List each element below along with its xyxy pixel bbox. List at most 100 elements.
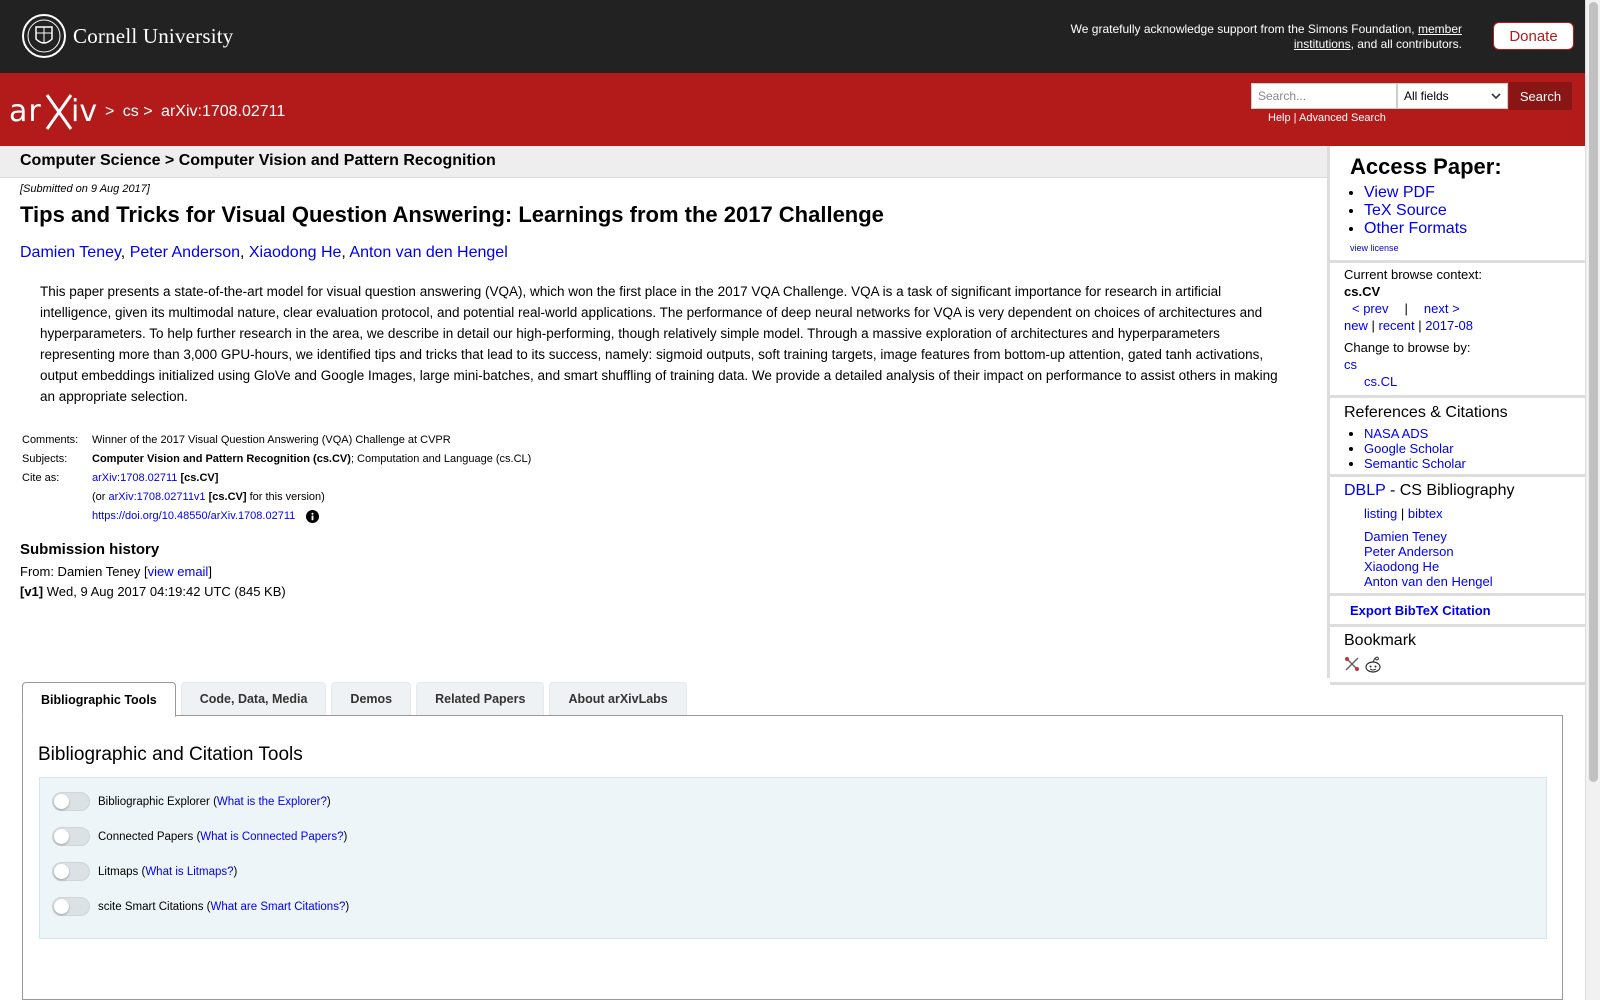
export-section: Export BibTeX Citation <box>1330 596 1585 627</box>
tool-row-scite: scite Smart Citations (What are Smart Ci… <box>52 897 349 916</box>
doi-link[interactable]: https://doi.org/10.48550/arXiv.1708.0271… <box>92 510 295 522</box>
export-bibtex-link[interactable]: Export BibTeX Citation <box>1350 603 1491 618</box>
arxiv-logo-icon[interactable]: ar iv <box>9 89 101 133</box>
list-item: TeX Source <box>1364 202 1571 220</box>
submission-history-heading: Submission history <box>20 541 160 558</box>
search-button[interactable]: Search <box>1509 82 1572 110</box>
labs-tabs: Bibliographic Tools Code, Data, Media De… <box>22 682 692 717</box>
references-links: NASA ADS Google Scholar Semantic Scholar <box>1344 426 1571 471</box>
dblp-author-link[interactable]: Anton van den Hengel <box>1364 574 1493 589</box>
reddit-icon[interactable] <box>1364 656 1382 674</box>
tool-label: Litmaps <box>98 865 139 878</box>
help-link[interactable]: Help <box>1268 112 1291 124</box>
tool-label: Connected Papers <box>98 830 194 843</box>
tab-bibliographic-tools[interactable]: Bibliographic Tools <box>22 682 176 717</box>
subjects-label: Subjects: <box>22 453 68 465</box>
cite-value: arXiv:1708.02711 [cs.CV] <box>90 469 533 488</box>
explorer-toggle[interactable] <box>52 792 90 811</box>
cite-version-link[interactable]: arXiv:1708.02711v1 <box>109 491 206 503</box>
v1-label: [v1] <box>20 584 44 599</box>
tex-source-link[interactable]: TeX Source <box>1364 202 1447 219</box>
author-link[interactable]: Peter Anderson <box>130 244 240 261</box>
browse-cscl-link[interactable]: cs.CL <box>1364 374 1397 389</box>
bibtex-link[interactable]: bibtex <box>1408 506 1443 521</box>
connected-papers-toggle[interactable] <box>52 827 90 846</box>
breadcrumb-cs[interactable]: cs <box>123 103 139 120</box>
what-is-explorer-link[interactable]: What is the Explorer? <box>217 796 327 808</box>
doi-value: https://doi.org/10.48550/arXiv.1708.0271… <box>90 507 533 526</box>
nasa-ads-link[interactable]: NASA ADS <box>1364 426 1428 441</box>
browse-context-value: cs.CV <box>1344 284 1381 299</box>
info-icon[interactable] <box>306 509 320 523</box>
scite-toggle[interactable] <box>52 897 90 916</box>
dblp-heading: DBLP - CS Bibliography <box>1344 482 1571 500</box>
view-pdf-link[interactable]: View PDF <box>1364 184 1435 201</box>
primary-subject: Computer Vision and Pattern Recognition … <box>92 453 351 465</box>
access-paper-section: Access Paper: View PDF TeX Source Other … <box>1330 146 1585 263</box>
cite-or: (or <box>92 491 106 503</box>
next-link[interactable]: next > <box>1424 300 1460 317</box>
dblp-author-link[interactable]: Xiaodong He <box>1364 559 1439 574</box>
dblp-listing-links: listing | bibtex <box>1364 506 1571 521</box>
secondary-subject: ; Computation and Language (cs.CL) <box>350 453 532 465</box>
references-section: References & Citations NASA ADS Google S… <box>1330 398 1585 477</box>
prev-link[interactable]: < prev <box>1352 300 1389 317</box>
author-link[interactable]: Anton van den Hengel <box>349 244 507 261</box>
metadata-table: Comments: Winner of the 2017 Visual Ques… <box>20 431 533 526</box>
cite-version-value: (or arXiv:1708.02711v1 [cs.CV] for this … <box>90 488 533 507</box>
sidebar: Access Paper: View PDF TeX Source Other … <box>1327 146 1585 685</box>
tab-about-arxivlabs[interactable]: About arXivLabs <box>549 682 687 715</box>
svg-text:iv: iv <box>71 94 97 129</box>
other-formats-link[interactable]: Other Formats <box>1364 220 1467 237</box>
v1-text: Wed, 9 Aug 2017 04:19:42 UTC (845 KB) <box>43 584 286 599</box>
tab-related-papers[interactable]: Related Papers <box>416 682 545 715</box>
dblp-author-link[interactable]: Damien Teney <box>1364 529 1447 544</box>
search-input[interactable] <box>1251 83 1397 109</box>
dblp-authors: Damien Teney Peter Anderson Xiaodong He … <box>1364 529 1571 589</box>
author-link[interactable]: Damien Teney <box>20 244 121 261</box>
abstract: This paper presents a state-of-the-art m… <box>40 284 1278 404</box>
from-text: From: Damien Teney [ <box>20 564 148 579</box>
what-is-litmaps-link[interactable]: What is Litmaps? <box>145 866 233 878</box>
prev-next-row: < prev | next > <box>1352 300 1571 317</box>
advanced-search-link[interactable]: Advanced Search <box>1299 112 1386 124</box>
from-text-post: ] <box>208 564 212 579</box>
tab-code-data-media[interactable]: Code, Data, Media <box>180 682 327 715</box>
view-license-link[interactable]: view license <box>1350 243 1399 253</box>
google-scholar-link[interactable]: Google Scholar <box>1364 441 1454 456</box>
view-email-link[interactable]: view email <box>148 564 209 579</box>
list-item: Other Formats <box>1364 220 1571 238</box>
support-text-post: , and all contributors. <box>1350 37 1462 51</box>
cite-row: Cite as: arXiv:1708.02711 [cs.CV] <box>20 469 533 488</box>
what-are-smart-citations-link[interactable]: What are Smart Citations? <box>210 901 345 913</box>
month-link[interactable]: 2017-08 <box>1425 318 1473 333</box>
author-link[interactable]: Xiaodong He <box>249 244 342 261</box>
new-link[interactable]: new <box>1344 318 1368 333</box>
donate-button[interactable]: Donate <box>1493 22 1574 50</box>
tab-demos[interactable]: Demos <box>331 682 412 715</box>
access-paper-heading: Access Paper: <box>1350 154 1502 179</box>
listing-link[interactable]: listing <box>1364 506 1397 521</box>
dblp-link[interactable]: DBLP <box>1344 482 1386 499</box>
pipe-separator: | <box>1400 506 1405 521</box>
browse-context-label: Current browse context: <box>1344 267 1483 282</box>
cornell-logo[interactable]: Cornell University <box>21 13 234 59</box>
chevron-down-icon <box>1491 93 1501 100</box>
what-is-connected-papers-link[interactable]: What is Connected Papers? <box>200 831 343 843</box>
breadcrumb: > cs > arXiv:1708.02711 <box>105 103 289 121</box>
scrollbar-thumb[interactable] <box>1589 2 1598 782</box>
dblp-author-link[interactable]: Peter Anderson <box>1364 544 1454 559</box>
support-acknowledgement: We gratefully acknowledge support from t… <box>1042 22 1462 52</box>
tool-row-connected-papers: Connected Papers (What is Connected Pape… <box>52 827 347 846</box>
litmaps-toggle[interactable] <box>52 862 90 881</box>
cite-id-link[interactable]: arXiv:1708.02711 <box>92 472 177 484</box>
bibsonomy-icon[interactable] <box>1344 656 1360 672</box>
recent-link[interactable]: recent <box>1379 318 1415 333</box>
semantic-scholar-link[interactable]: Semantic Scholar <box>1364 456 1466 471</box>
tool-label: scite Smart Citations <box>98 900 204 913</box>
bookmark-heading: Bookmark <box>1344 632 1417 649</box>
comments-label: Comments: <box>22 434 79 446</box>
page-scrollbar[interactable] <box>1585 0 1600 1000</box>
search-field-select[interactable]: All fields <box>1397 83 1508 109</box>
browse-cs-link[interactable]: cs <box>1344 357 1357 372</box>
